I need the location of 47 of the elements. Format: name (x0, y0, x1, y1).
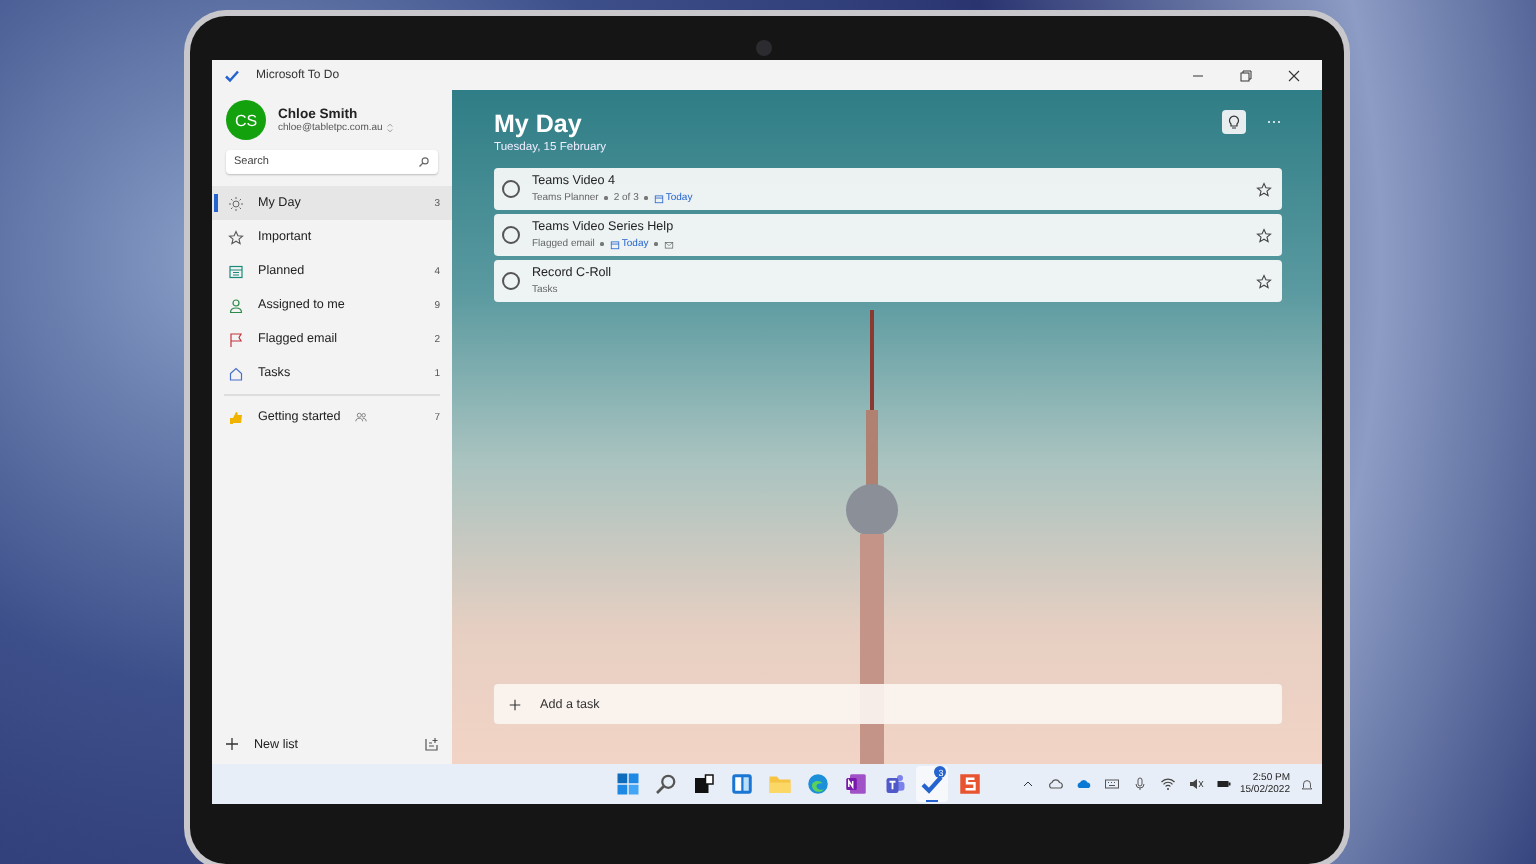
sun-icon (228, 195, 244, 211)
star-icon (1256, 227, 1272, 243)
folder-icon (768, 772, 793, 796)
checkmark-icon (920, 772, 945, 796)
person-icon (228, 297, 244, 313)
task-checkbox[interactable] (502, 226, 520, 244)
shared-people-icon (354, 410, 369, 424)
task-checkbox[interactable] (502, 180, 520, 198)
house-icon (228, 365, 244, 381)
suggestions-button[interactable] (1222, 110, 1246, 134)
new-group-icon (424, 736, 440, 752)
microphone-icon (1131, 776, 1148, 792)
wifi-icon (1159, 776, 1176, 792)
restore-icon (1238, 67, 1254, 83)
browser-icon (806, 772, 831, 796)
close-icon (1286, 67, 1302, 83)
calendar-icon (228, 263, 244, 279)
lightbulb-icon (1226, 114, 1242, 130)
search-icon (654, 772, 679, 796)
mail-icon (663, 239, 674, 249)
calendar-icon (609, 239, 620, 249)
plus-icon (508, 697, 522, 711)
app-logo-icon (224, 67, 240, 83)
calendar-icon (653, 193, 664, 203)
battery-icon (1215, 776, 1232, 792)
search-icon (418, 156, 430, 168)
thumbs-up-icon (228, 409, 244, 425)
notebook-icon (844, 772, 869, 796)
camera-icon (756, 40, 772, 56)
chevron-icon (384, 121, 397, 133)
widgets-icon (730, 772, 755, 796)
flag-icon (228, 331, 244, 347)
keyboard-icon (1103, 776, 1120, 792)
speaker-icon (1187, 776, 1204, 792)
notification-icon (1300, 777, 1314, 791)
star-icon (228, 229, 244, 245)
star-icon (1256, 273, 1272, 289)
chevron-up-icon (1019, 776, 1036, 792)
task-view-icon (692, 772, 717, 796)
task-checkbox[interactable] (502, 272, 520, 290)
list-title: My Day (494, 110, 584, 138)
s-letter-icon (958, 772, 983, 796)
star-icon (1256, 181, 1272, 197)
teams-icon (882, 772, 907, 796)
plus-icon (224, 736, 240, 752)
new-group-button[interactable] (424, 736, 440, 752)
windows-logo-icon (616, 772, 641, 796)
